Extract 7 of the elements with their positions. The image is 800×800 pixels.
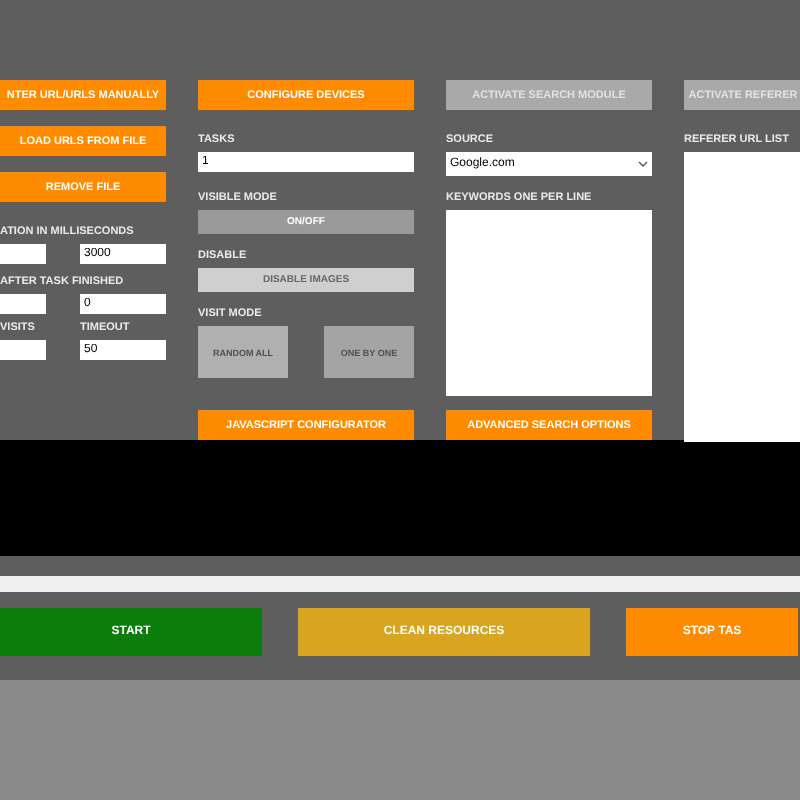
text-field[interactable] [0,294,46,314]
text-area[interactable] [446,210,652,396]
text-area[interactable] [684,152,800,442]
input-field[interactable] [0,576,800,592]
chevron-down-icon [638,160,648,168]
text-field[interactable] [0,340,46,360]
text-field[interactable] [0,244,46,264]
